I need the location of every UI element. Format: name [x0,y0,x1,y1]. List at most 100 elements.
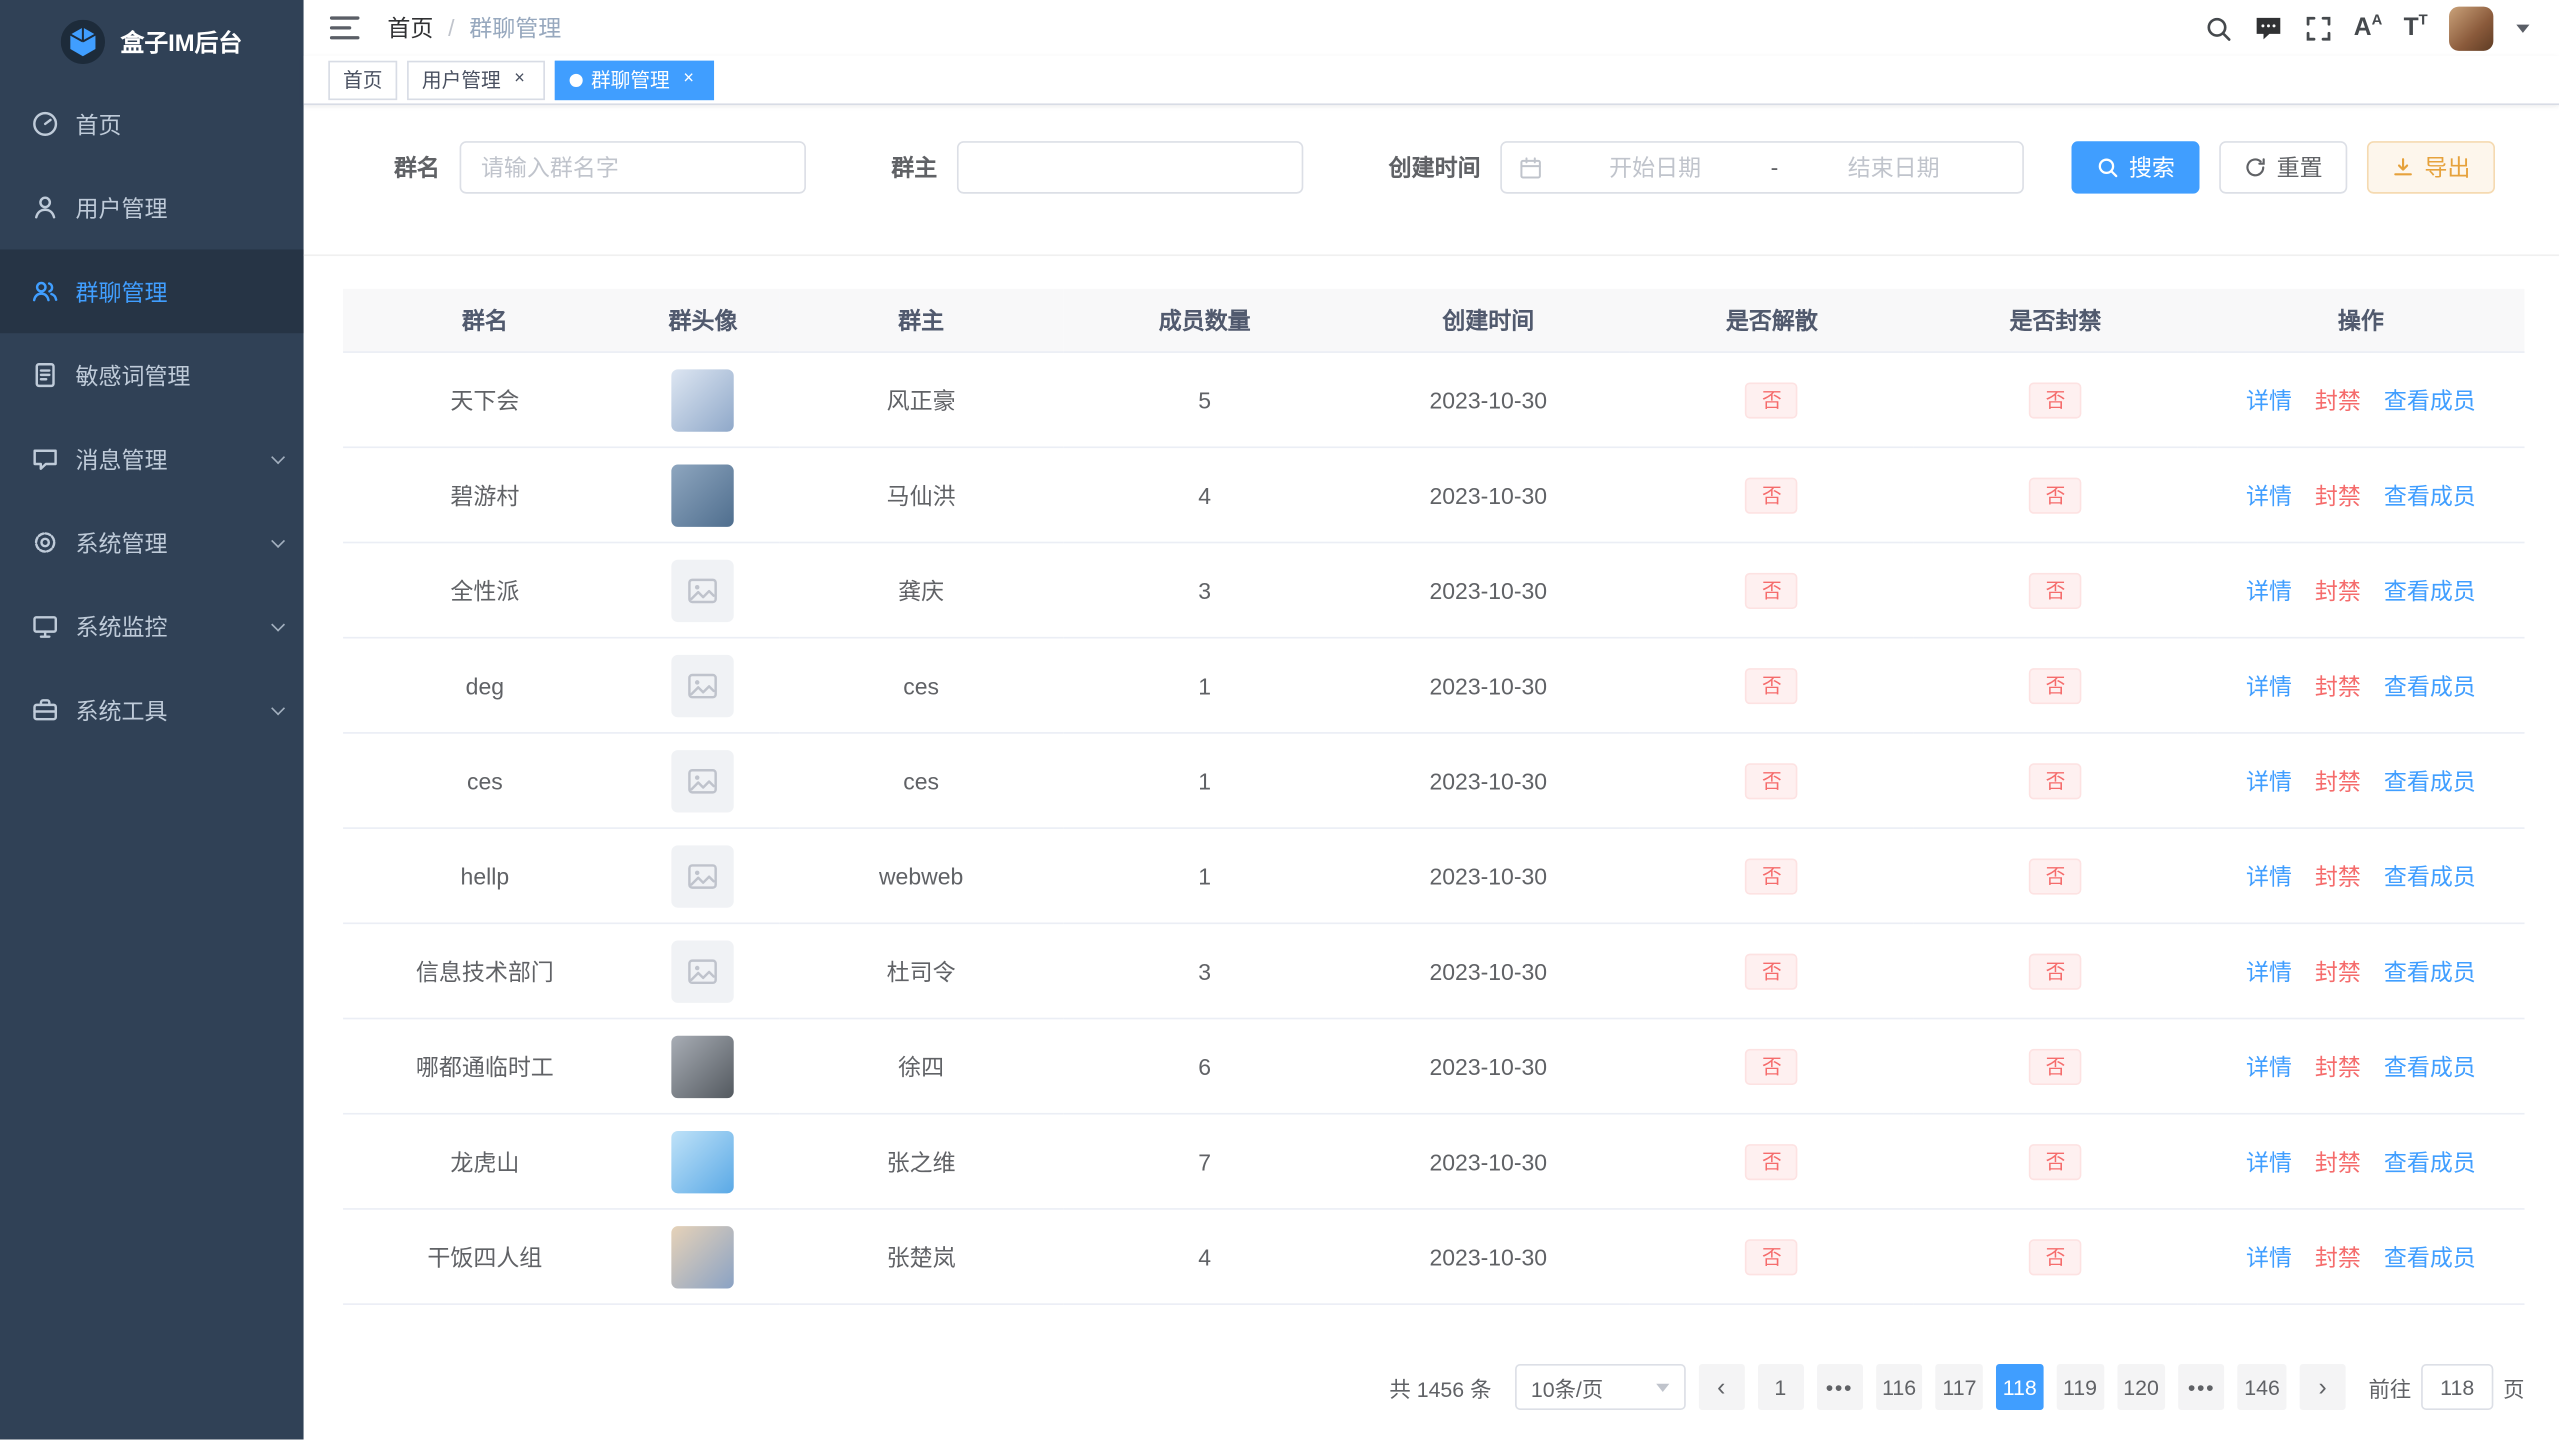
user-avatar[interactable] [2449,6,2493,50]
page-button-1[interactable]: 1 [1757,1364,1803,1410]
page-button-119[interactable]: 119 [2056,1364,2103,1410]
created-time-cell: 2023-10-30 [1346,828,1630,923]
tab-group-management[interactable]: 群聊管理× [555,60,714,99]
view-members-link[interactable]: 查看成员 [2384,958,2476,984]
ban-link[interactable]: 封禁 [2315,577,2361,603]
view-members-link[interactable]: 查看成员 [2384,577,2476,603]
page-list: 1 ••• 116 117 118 119 120 ••• 146 [1757,1364,2286,1410]
created-time-cell: 2023-10-30 [1346,733,1630,828]
ban-link[interactable]: 封禁 [2315,767,2361,793]
sidebar-item-system-monitor[interactable]: 系统监控 [0,584,304,668]
search-icon[interactable] [2204,14,2232,42]
ban-link[interactable]: 封禁 [2315,672,2361,698]
ban-link[interactable]: 封禁 [2315,958,2361,984]
detail-link[interactable]: 详情 [2246,958,2292,984]
prev-page-button[interactable]: ‹ [1698,1364,1744,1410]
member-count-cell: 3 [1063,542,1347,637]
page-button-120[interactable]: 120 [2117,1364,2166,1410]
group-avatar-cell [627,1019,780,1114]
goto-page-input[interactable] [2421,1364,2493,1410]
breadcrumb-home[interactable]: 首页 [387,11,433,44]
sidebar-item-system-management[interactable]: 系统管理 [0,501,304,585]
detail-link[interactable]: 详情 [2246,1053,2292,1079]
disbanded-cell: 否 [1630,352,1914,447]
reset-button[interactable]: 重置 [2219,141,2347,194]
view-members-link[interactable]: 查看成员 [2384,387,2476,413]
view-members-link[interactable]: 查看成员 [2384,482,2476,508]
group-owner-input[interactable] [957,141,1303,194]
close-icon[interactable]: × [678,69,699,90]
banned-cell: 否 [1914,542,2198,637]
detail-link[interactable]: 详情 [2246,863,2292,889]
group-name-cell: 天下会 [343,352,627,447]
ban-link[interactable]: 封禁 [2315,1243,2361,1269]
fullscreen-icon[interactable] [2305,14,2333,42]
tab-user-management[interactable]: 用户管理× [407,60,545,99]
ban-link[interactable]: 封禁 [2315,863,2361,889]
pagination: 共 1456 条 10条/页 ‹ 1•••116117118119120•••1… [304,1305,2559,1440]
view-members-link[interactable]: 查看成员 [2384,672,2476,698]
group-avatar-cell [627,1209,780,1304]
message-icon[interactable] [2254,13,2284,43]
date-range-picker[interactable]: 开始日期 - 结束日期 [1500,141,2024,194]
group-name-input[interactable] [460,141,806,194]
detail-link[interactable]: 详情 [2246,1243,2292,1269]
disbanded-badge: 否 [1746,953,1799,989]
sidebar-menu: 首页用户管理群聊管理敏感词管理消息管理系统管理系统监控系统工具 [0,82,304,1439]
page-size-select[interactable]: 10条/页 [1514,1364,1685,1410]
created-time-cell: 2023-10-30 [1346,1209,1630,1304]
view-members-link[interactable]: 查看成员 [2384,1148,2476,1174]
pagination-ellipsis[interactable]: ••• [2179,1364,2225,1410]
ban-link[interactable]: 封禁 [2315,482,2361,508]
actions-cell: 详情封禁查看成员 [2197,1114,2524,1209]
detail-link[interactable]: 详情 [2246,577,2292,603]
disbanded-cell: 否 [1630,447,1914,542]
ban-link[interactable]: 封禁 [2315,1148,2361,1174]
chevron-left-icon: ‹ [1717,1373,1725,1401]
detail-link[interactable]: 详情 [2246,767,2292,793]
view-members-link[interactable]: 查看成员 [2384,863,2476,889]
member-count-cell: 3 [1063,923,1347,1018]
export-button[interactable]: 导出 [2367,141,2495,194]
ban-link[interactable]: 封禁 [2315,1053,2361,1079]
sidebar-item-home[interactable]: 首页 [0,82,304,166]
select-caret-icon [1656,1383,1669,1391]
disbanded-cell: 否 [1630,1019,1914,1114]
member-count-cell: 7 [1063,1114,1347,1209]
goto-page: 前往 页 [2369,1364,2525,1410]
view-members-link[interactable]: 查看成员 [2384,1053,2476,1079]
text-size-icon[interactable]: TT [2404,14,2428,42]
ban-link[interactable]: 封禁 [2315,387,2361,413]
table-row: 龙虎山张之维72023-10-30否否详情封禁查看成员 [343,1114,2524,1209]
member-count-cell: 4 [1063,1209,1347,1304]
page-button-117[interactable]: 117 [1936,1364,1983,1410]
detail-link[interactable]: 详情 [2246,1148,2292,1174]
view-members-link[interactable]: 查看成员 [2384,1243,2476,1269]
sidebar-item-system-tools[interactable]: 系统工具 [0,668,304,752]
search-button[interactable]: 搜索 [2071,141,2199,194]
sidebar-item-user-management[interactable]: 用户管理 [0,166,304,250]
sidebar-item-sensitive-words[interactable]: 敏感词管理 [0,333,304,417]
detail-link[interactable]: 详情 [2246,672,2292,698]
detail-link[interactable]: 详情 [2246,482,2292,508]
font-size-icon[interactable]: AA [2354,14,2382,42]
view-members-link[interactable]: 查看成员 [2384,767,2476,793]
banned-badge: 否 [2029,1048,2082,1084]
page-button-116[interactable]: 116 [1876,1364,1923,1410]
goto-label: 前往 [2369,1371,2412,1402]
hamburger-icon[interactable] [328,13,361,43]
sidebar-item-group-management[interactable]: 群聊管理 [0,249,304,333]
detail-link[interactable]: 详情 [2246,387,2292,413]
sidebar-item-message-management[interactable]: 消息管理 [0,417,304,501]
next-page-button[interactable]: › [2300,1364,2346,1410]
close-icon[interactable]: × [509,69,530,90]
app-logo[interactable]: 盒子IM后台 [0,0,304,82]
table-header-row: 群名群头像群主成员数量创建时间是否解散是否封禁操作 [343,289,2524,352]
page-button-146[interactable]: 146 [2238,1364,2287,1410]
pagination-ellipsis[interactable]: ••• [1816,1364,1862,1410]
sidebar-item-label: 群聊管理 [76,275,281,308]
tab-home[interactable]: 首页 [328,60,397,99]
document-icon [31,361,59,389]
page-button-118[interactable]: 118 [1996,1364,2043,1410]
banned-badge: 否 [2029,1238,2082,1274]
